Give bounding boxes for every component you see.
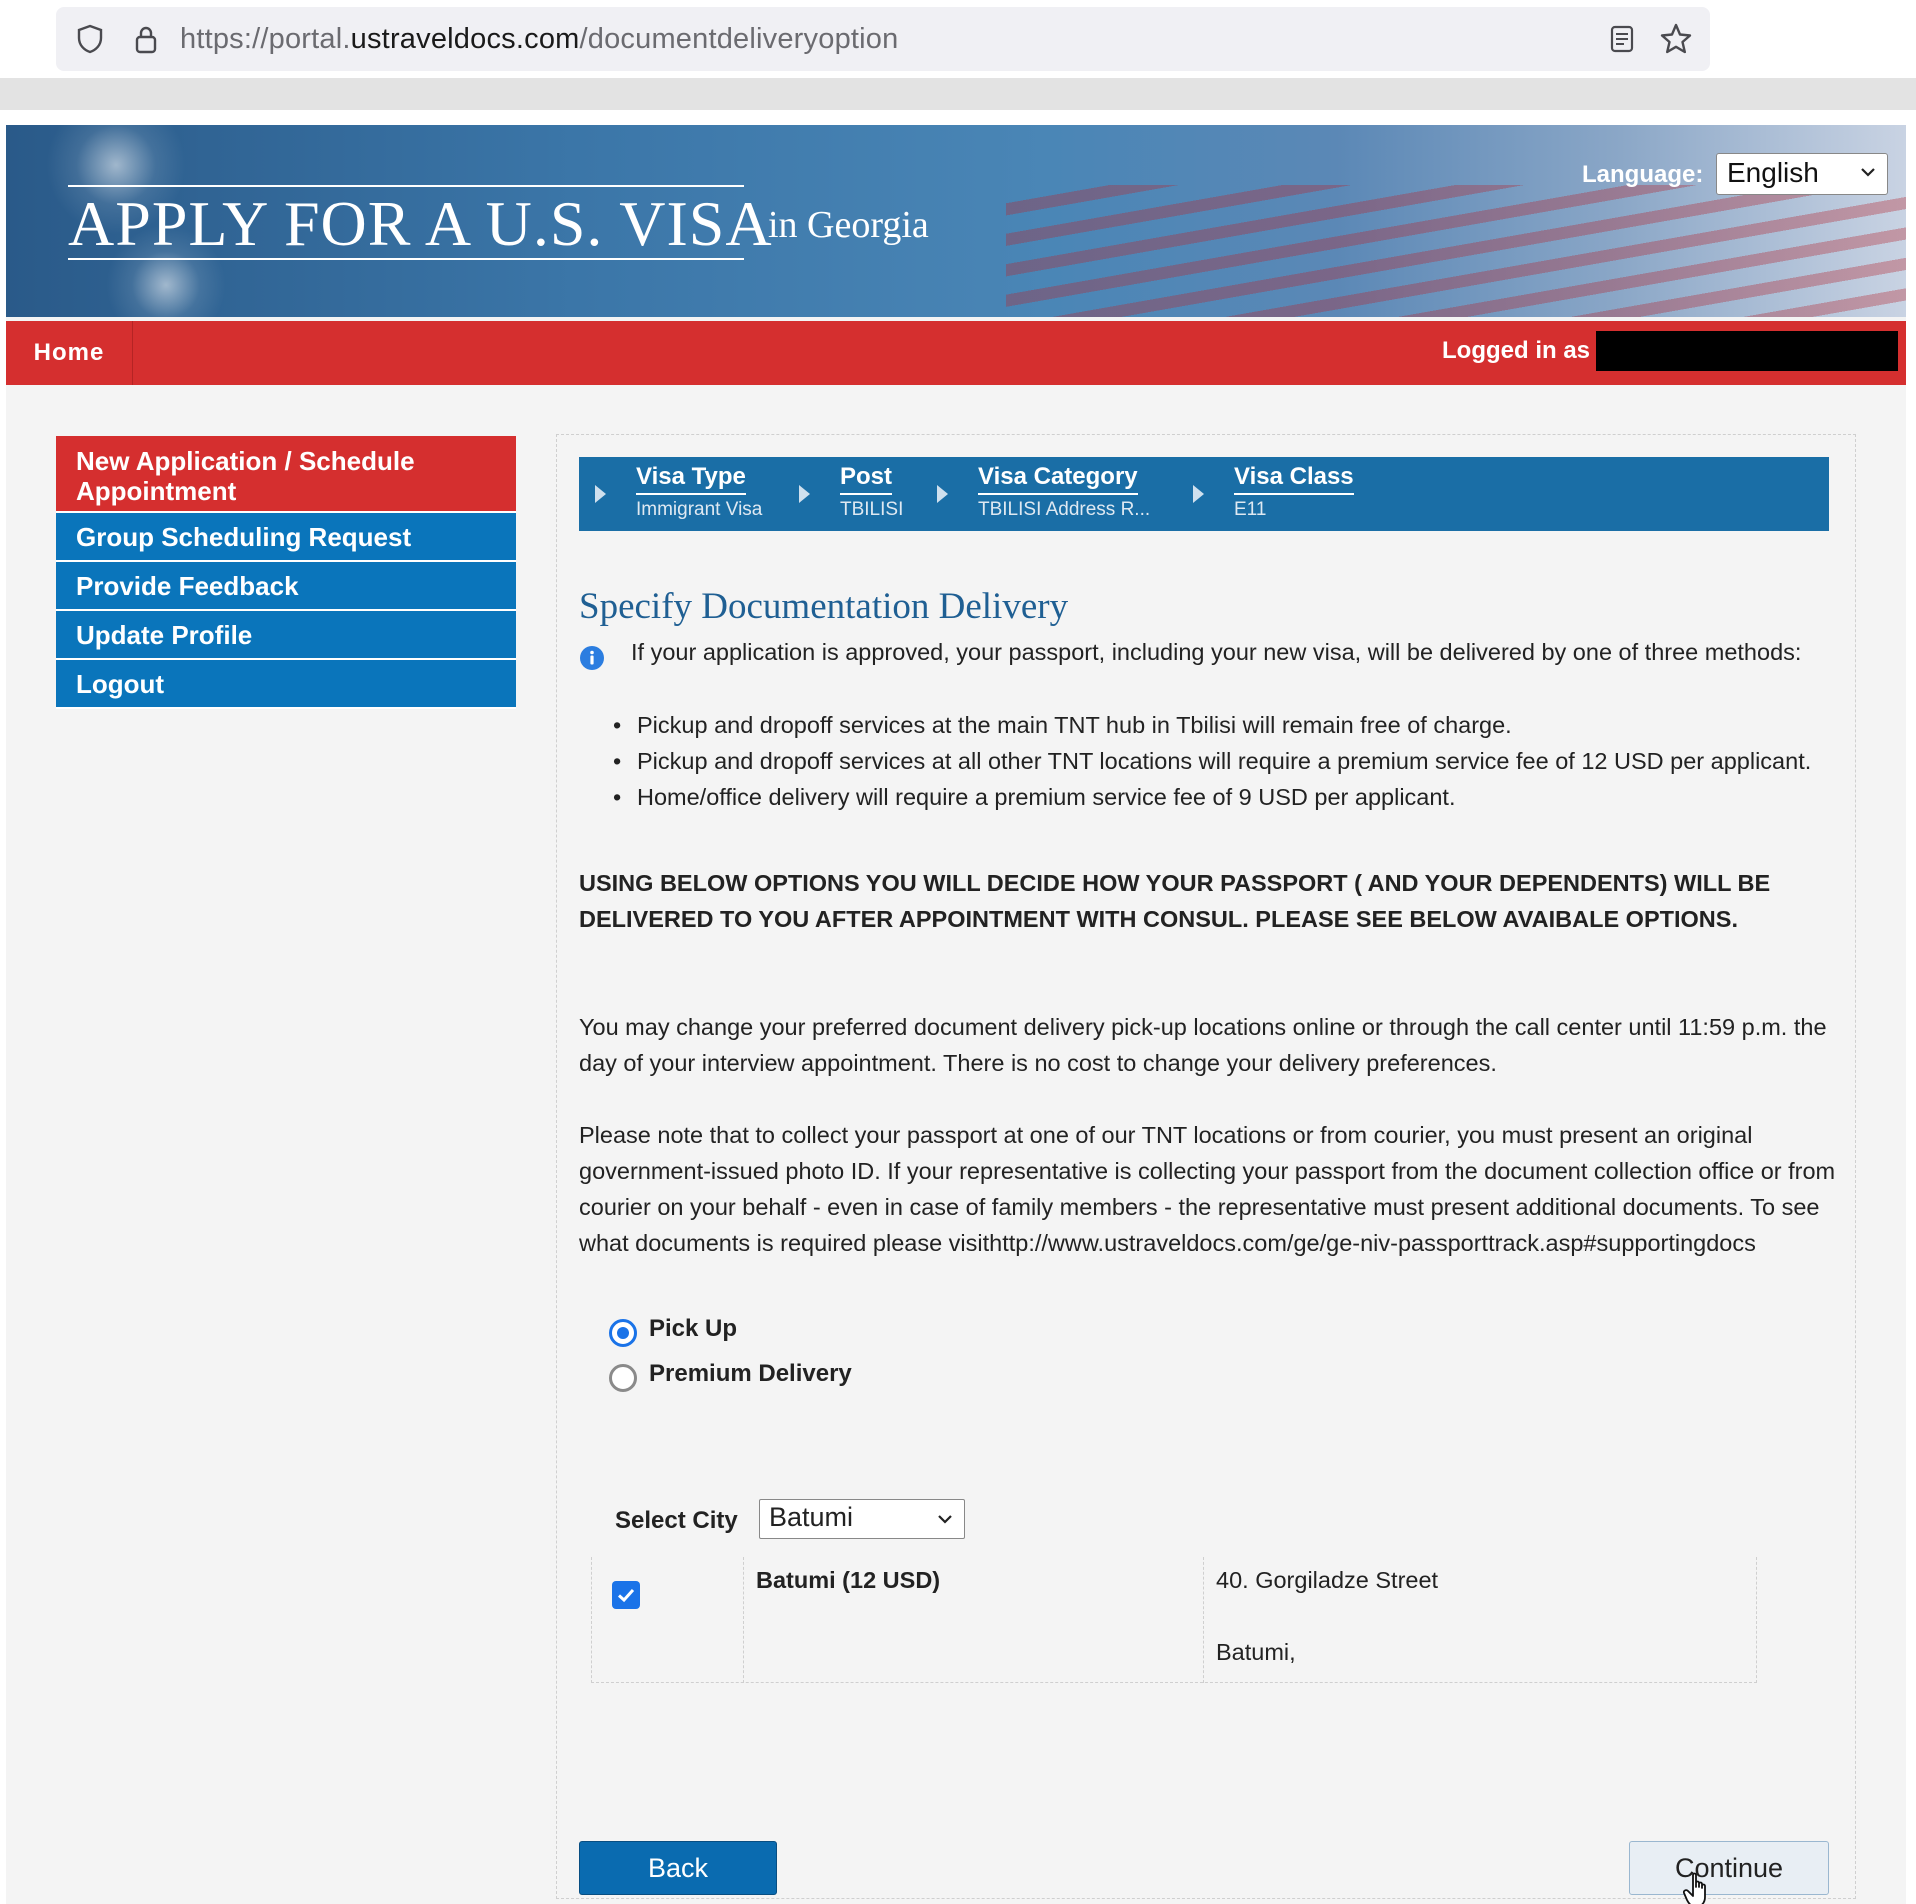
location-select-cell [591, 1557, 744, 1683]
sidebar-item-logout[interactable]: Logout [56, 660, 516, 709]
main-panel: Visa Type Immigrant Visa Post TBILISI Vi… [556, 434, 1856, 1904]
redacted-username [1596, 331, 1898, 371]
sidebar-item-update-profile[interactable]: Update Profile [56, 611, 516, 660]
address-bar[interactable]: https://portal.ustraveldocs.com/document… [56, 7, 1710, 71]
page-title: Specify Documentation Delivery [579, 586, 1069, 627]
browser-divider [0, 78, 1916, 110]
breadcrumb-visa-class[interactable]: Visa Class E11 [1234, 463, 1354, 521]
hand-cursor-icon [1683, 1872, 1706, 1904]
breadcrumb-value: E11 [1234, 499, 1267, 520]
intro-text: If your application is approved, your pa… [631, 639, 1802, 665]
select-city-label: Select City [615, 1507, 738, 1534]
chevron-down-icon [938, 1515, 952, 1524]
chevron-down-icon [1861, 168, 1875, 177]
language-value: English [1727, 157, 1819, 188]
language-select[interactable]: English [1716, 153, 1888, 195]
breadcrumb-value: TBILISI [840, 499, 904, 520]
warning-text: USING BELOW OPTIONS YOU WILL DECIDE HOW … [579, 870, 1771, 932]
city-select[interactable]: Batumi [759, 1499, 965, 1539]
site-title: APPLY FOR A U.S. VISA [68, 188, 773, 259]
browser-toolbar: https://portal.ustraveldocs.com/document… [0, 0, 1916, 78]
pick-up-label[interactable]: Pick Up [649, 1315, 737, 1343]
breadcrumb-visa-type[interactable]: Visa Type Immigrant Visa [636, 463, 762, 521]
breadcrumb-arrow-icon [595, 485, 606, 503]
home-link[interactable]: Home [6, 321, 133, 385]
location-name-cell: Batumi (12 USD) [744, 1557, 1204, 1683]
breadcrumb-arrow-icon [1193, 485, 1204, 503]
premium-delivery-radio[interactable] [609, 1364, 637, 1392]
flag-graphic [1006, 185, 1906, 317]
bookmark-star-icon[interactable] [1658, 21, 1694, 57]
breadcrumb-title: Post [840, 463, 893, 495]
pick-up-radio[interactable] [609, 1319, 637, 1347]
location-address-cell: 40. Gorgiladze Street Batumi, [1204, 1557, 1757, 1683]
page: APPLY FOR A U.S. VISA in Georgia Languag… [6, 125, 1906, 1904]
location-address-line1: 40. Gorgiladze Street [1216, 1567, 1439, 1593]
top-nav: Home Logged in as [6, 321, 1906, 385]
list-item: Home/office delivery will require a prem… [613, 779, 1819, 815]
change-notice-text: You may change your preferred document d… [579, 1014, 1827, 1076]
reader-view-icon[interactable] [1606, 23, 1638, 55]
location-name: Batumi (12 USD) [756, 1567, 941, 1593]
city-value: Batumi [769, 1502, 854, 1532]
breadcrumb: Visa Type Immigrant Visa Post TBILISI Vi… [579, 457, 1829, 531]
sidebar: New Application / Schedule Appointment G… [56, 436, 516, 709]
site-country: in Georgia [768, 204, 929, 246]
breadcrumb-title: Visa Class [1234, 463, 1354, 495]
delivery-methods-list: Pickup and dropoff services at the main … [613, 707, 1819, 815]
shield-icon[interactable] [74, 23, 106, 55]
breadcrumb-title: Visa Type [636, 463, 746, 495]
sidebar-item-feedback[interactable]: Provide Feedback [56, 562, 516, 611]
breadcrumb-value: TBILISI Address R... [978, 499, 1151, 520]
sidebar-item-new-application[interactable]: New Application / Schedule Appointment [56, 436, 516, 513]
breadcrumb-visa-category[interactable]: Visa Category TBILISI Address R... [978, 463, 1150, 521]
title-rule-bottom [68, 258, 744, 260]
language-label: Language: [1582, 161, 1704, 188]
url-path: /documentdeliveryoption [579, 23, 899, 55]
id-requirement-text: Please note that to collect your passpor… [579, 1122, 1836, 1256]
list-item: Pickup and dropoff services at all other… [613, 743, 1819, 779]
continue-button[interactable]: Continue [1629, 1841, 1829, 1895]
breadcrumb-post[interactable]: Post TBILISI [840, 463, 903, 521]
url-domain: ustraveldocs.com [350, 23, 580, 55]
back-button[interactable]: Back [579, 1841, 777, 1895]
location-checkbox[interactable] [612, 1581, 640, 1609]
sidebar-item-group-scheduling[interactable]: Group Scheduling Request [56, 513, 516, 562]
breadcrumb-title: Visa Category [978, 463, 1138, 495]
breadcrumb-arrow-icon [937, 485, 948, 503]
premium-delivery-label[interactable]: Premium Delivery [649, 1360, 852, 1388]
url-text[interactable]: https://portal.ustraveldocs.com/document… [180, 23, 898, 56]
breadcrumb-arrow-icon [799, 485, 810, 503]
checkmark-icon [617, 1588, 635, 1603]
breadcrumb-value: Immigrant Visa [636, 499, 763, 520]
location-table: Batumi (12 USD) 40. Gorgiladze Street Ba… [591, 1557, 1757, 1683]
lock-icon[interactable] [130, 23, 162, 55]
list-item: Pickup and dropoff services at the main … [613, 707, 1819, 743]
logged-in-label: Logged in as [1442, 337, 1591, 364]
url-prefix: https://portal. [180, 23, 351, 55]
site-banner: APPLY FOR A U.S. VISA in Georgia Languag… [6, 125, 1906, 317]
location-address-line2: Batumi, [1216, 1639, 1296, 1665]
